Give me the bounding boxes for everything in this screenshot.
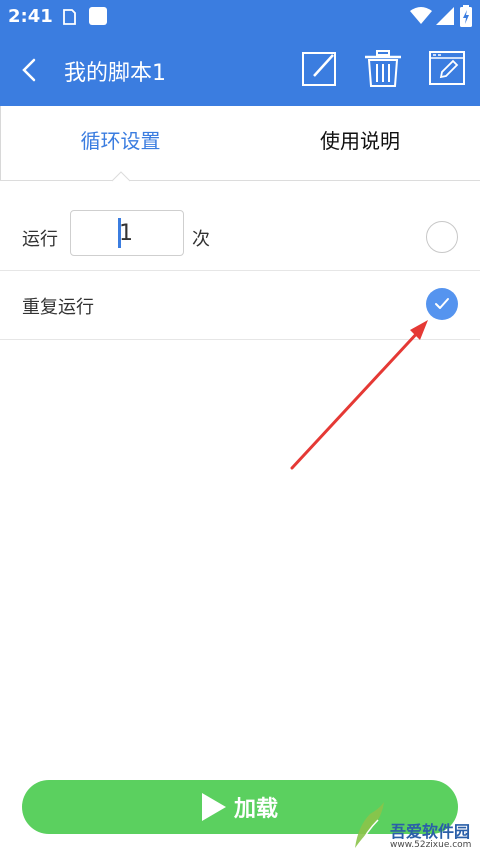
watermark-url: www.52zixue.com: [390, 840, 472, 850]
load-button-label: 加载: [233, 797, 278, 822]
watermark-name: 吾爱软件园: [390, 822, 471, 841]
watermark: 吾爱软件园 www.52zixue.com: [350, 796, 475, 854]
play-icon: [201, 793, 226, 821]
watermark-logo-icon: [355, 802, 384, 848]
annotation-arrow: [290, 320, 428, 470]
